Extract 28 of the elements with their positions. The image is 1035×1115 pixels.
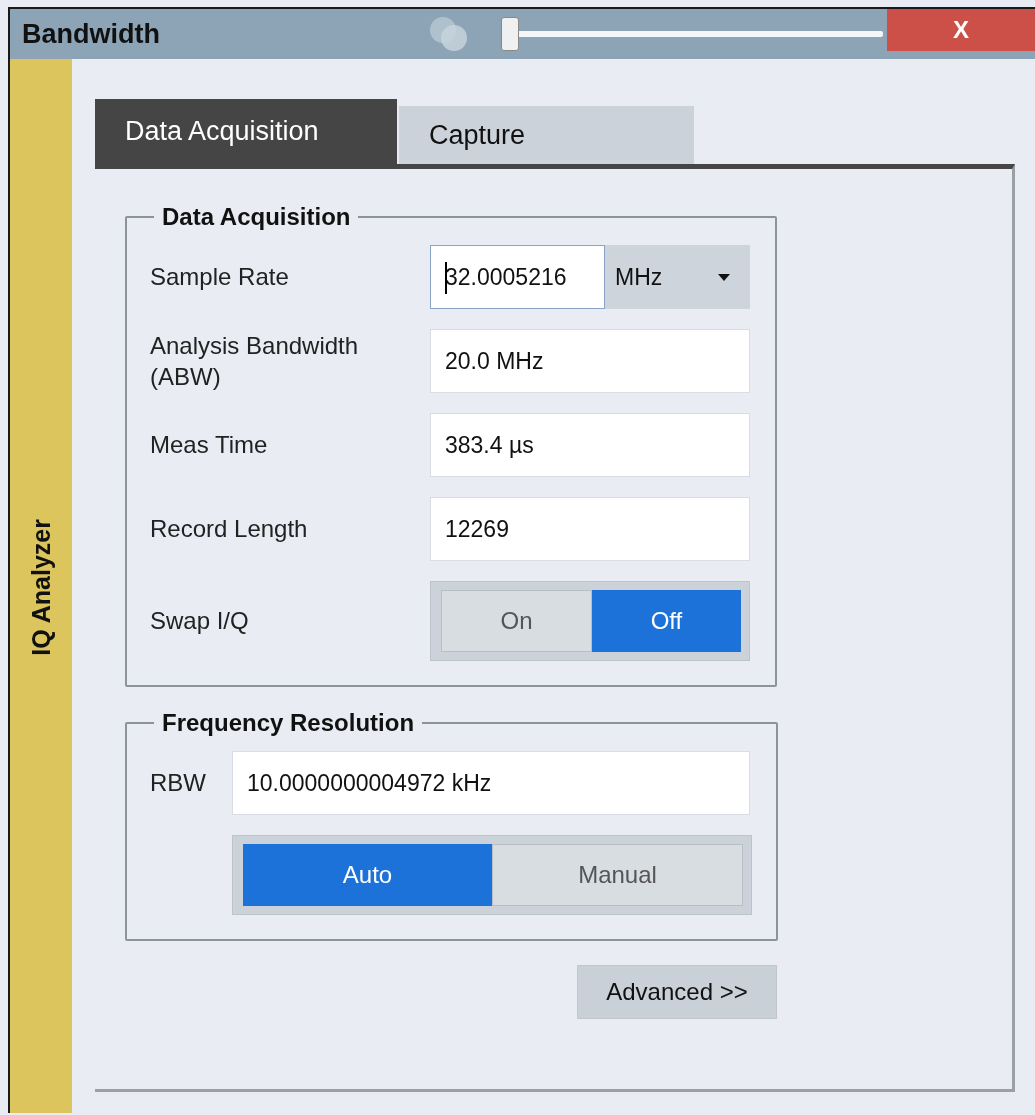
input-field[interactable]: 383.4 µs [430,413,750,477]
text-cursor [445,262,447,294]
close-button[interactable]: X [887,9,1035,51]
toggle-option[interactable]: Auto [243,844,492,906]
slider-thumb[interactable] [501,17,519,51]
field-label: Analysis Bandwidth (ABW) [150,330,360,392]
input-field[interactable]: 20.0 MHz [430,329,750,393]
input-field[interactable]: 10.0000000004972 kHz [232,751,750,815]
field-label: Meas Time [150,430,269,461]
field-label: Record Length [150,514,309,545]
field-label: RBW [150,768,207,799]
toggle-option[interactable]: Off [592,590,741,652]
window-title: Bandwidth [22,18,161,50]
transparency-slider[interactable] [501,17,883,51]
unit-dropdown[interactable]: MHz [605,245,750,309]
toggle-option[interactable]: On [441,590,592,652]
group-title: Frequency Resolution [161,709,416,737]
input-field[interactable]: 32.0005216 [430,245,605,309]
dropdown-caret-icon [718,273,730,281]
sidebar-label: IQ Analyzer [26,518,56,656]
field-label: Swap I/Q [150,606,250,637]
group-title: Data Acquisition [161,203,352,231]
tab[interactable]: Capture [399,106,694,164]
input-field[interactable]: 12269 [430,497,750,561]
toggle-option[interactable]: Manual [492,844,743,906]
field-label: Sample Rate [150,262,290,293]
advanced-button[interactable]: Advanced >> [577,965,777,1019]
tab[interactable]: Data Acquisition [95,99,397,164]
